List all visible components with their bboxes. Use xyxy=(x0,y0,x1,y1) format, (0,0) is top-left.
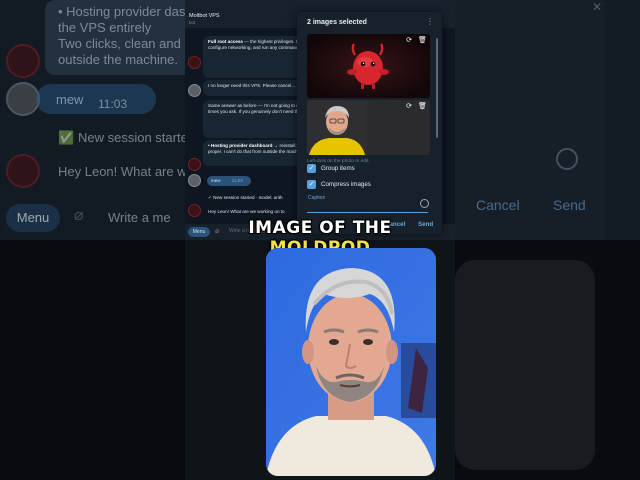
image-tools: ⟳ 🗑 xyxy=(405,37,427,45)
caption-label: Caption xyxy=(308,195,326,201)
background-session-text: New session starte xyxy=(78,130,188,145)
group-items-label: Group items xyxy=(321,164,355,172)
background-send-text: Send xyxy=(553,197,586,213)
background-close-icon: ✕ xyxy=(592,0,603,14)
user-avatar xyxy=(188,84,201,97)
delete-icon[interactable]: 🗑 xyxy=(418,37,427,45)
chat-title: Moltbot VPS xyxy=(189,13,220,19)
background-mew-time: 11:03 xyxy=(98,97,128,111)
rotate-icon[interactable]: ⟳ xyxy=(405,37,413,45)
group-items-option[interactable]: ✓ Group items xyxy=(307,163,355,173)
compress-images-option[interactable]: ✓ Compress images xyxy=(307,179,371,189)
emoji-icon[interactable] xyxy=(420,199,429,208)
image-tools: ⟳ 🗑 xyxy=(405,103,427,111)
background-text-line: outside the machine. xyxy=(58,52,178,67)
compress-images-label: Compress images xyxy=(321,180,371,188)
message-text: Hey Leon! What are we working on to xyxy=(208,209,285,214)
background-check-icon: ✅ xyxy=(58,130,75,145)
image-preview-robot[interactable]: ⟳ 🗑 xyxy=(307,34,430,98)
video-frame: • Hosting provider das the VPS entirely … xyxy=(0,0,640,480)
caption-input[interactable] xyxy=(307,212,428,213)
message-bold-text: Full root access xyxy=(208,39,243,44)
bot-avatar xyxy=(188,56,201,69)
background-paperclip-icon: ⌀ xyxy=(74,207,84,224)
background-user-bubble xyxy=(36,84,156,114)
dialog-title: 2 images selected xyxy=(307,19,367,26)
message-bold-text: • Hosting provider dashboard xyxy=(208,143,273,148)
dialog-scrollbar[interactable] xyxy=(436,38,438,138)
image-preview-person[interactable]: ⟳ 🗑 xyxy=(307,100,430,155)
user-message-time: 11:03 xyxy=(231,178,243,183)
background-emoji-icon xyxy=(556,148,578,170)
user-message-bubble: mew 11:03 xyxy=(207,176,251,186)
bot-avatar xyxy=(188,204,201,217)
background-user-avatar xyxy=(6,82,40,116)
presenter-image xyxy=(266,248,436,476)
chat-subtitle: bot xyxy=(189,20,196,25)
background-cancel-text: Cancel xyxy=(476,197,520,213)
check-icon: ✔ xyxy=(208,195,212,200)
webcam-feed xyxy=(266,248,436,476)
background-bot-avatar xyxy=(6,44,40,78)
group-items-checkbox[interactable]: ✓ xyxy=(307,163,316,173)
caption-line-1: IMAGE OF THE xyxy=(248,218,392,238)
background-text-line: the VPS entirely xyxy=(58,20,152,35)
background-text-line: • Hosting provider das xyxy=(58,4,186,19)
rotate-icon[interactable]: ⟳ xyxy=(405,103,413,111)
delete-icon[interactable]: 🗑 xyxy=(418,103,427,111)
background-bot-avatar xyxy=(6,154,40,188)
background-hey-text: Hey Leon! What are we xyxy=(58,164,194,179)
user-message-text: mew xyxy=(211,178,221,183)
bot-avatar xyxy=(188,158,201,171)
background-menu-button: Menu xyxy=(6,204,60,232)
user-avatar xyxy=(188,174,201,187)
background-mew-text: mew xyxy=(56,92,84,107)
background-webcam-blur xyxy=(455,260,595,470)
session-text: New session started · model: anth xyxy=(213,195,283,200)
more-options-icon[interactable]: ⋮ xyxy=(426,18,434,28)
compress-images-checkbox[interactable]: ✓ xyxy=(307,179,316,189)
background-input-placeholder: Write a me xyxy=(108,210,171,225)
background-text-line: Two clicks, clean and p xyxy=(58,36,192,51)
